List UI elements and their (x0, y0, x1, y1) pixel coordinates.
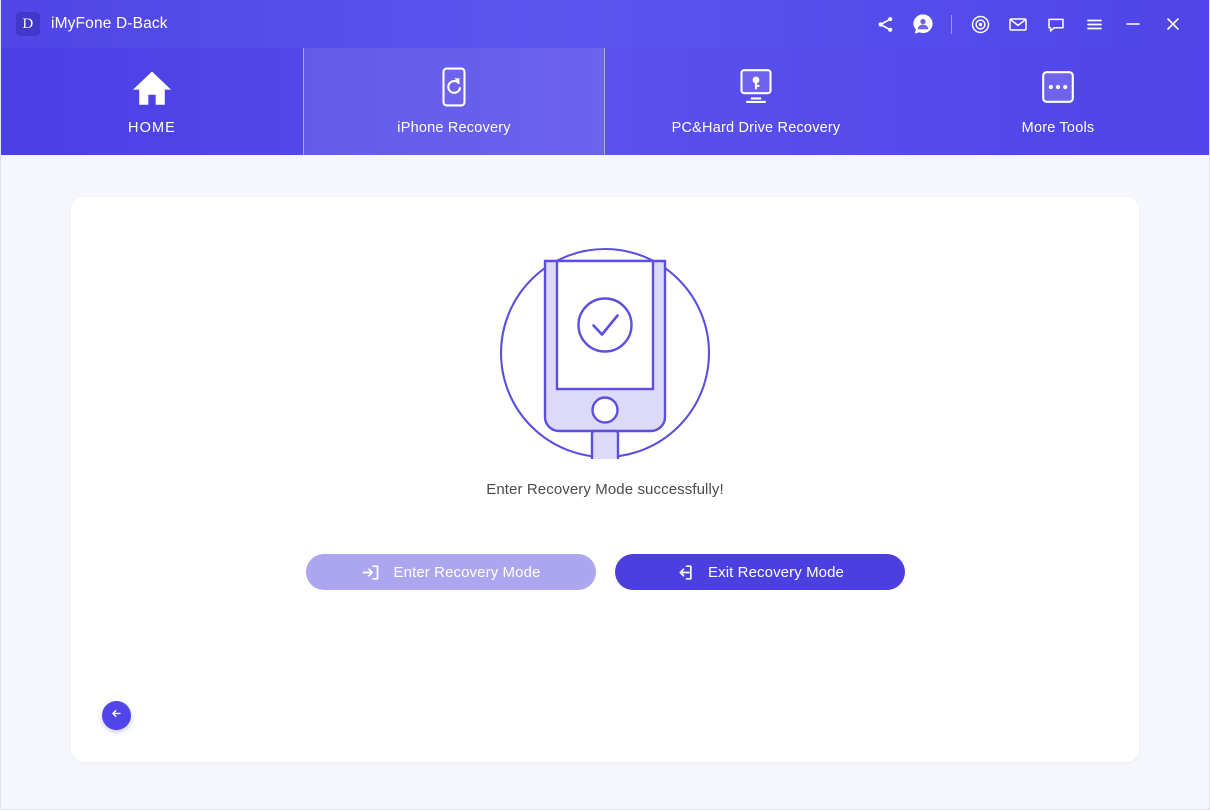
home-icon (131, 67, 173, 107)
nav-tab-iphone-recovery[interactable]: iPhone Recovery (303, 48, 605, 155)
phone-refresh-icon (439, 67, 469, 107)
enter-arrow-icon (361, 563, 380, 582)
content-area: Enter Recovery Mode successfully! Enter … (1, 155, 1209, 809)
phone-recovery-success-illustration (499, 247, 711, 479)
titlebar: D iMyFone D-Back (1, 0, 1209, 48)
menu-icon[interactable] (1075, 5, 1113, 43)
account-icon[interactable] (904, 5, 942, 43)
app-title: iMyFone D-Back (51, 15, 168, 32)
enter-recovery-mode-button[interactable]: Enter Recovery Mode (305, 554, 596, 590)
app-window: D iMyFone D-Back HOME iPhone Recovery PC… (0, 0, 1210, 810)
titlebar-divider (951, 14, 952, 34)
back-button[interactable] (102, 701, 131, 730)
feedback-icon[interactable] (1037, 5, 1075, 43)
titlebar-controls (866, 5, 1193, 43)
main-navigation: HOME iPhone Recovery PC&Hard Drive Recov… (1, 48, 1209, 155)
ellipsis-box-icon (1040, 67, 1076, 107)
nav-tab-more-tools-label: More Tools (1021, 120, 1095, 136)
nav-tab-iphone-recovery-label: iPhone Recovery (397, 120, 511, 136)
exit-recovery-mode-label: Exit Recovery Mode (707, 563, 845, 581)
action-buttons: Enter Recovery Mode Exit Recovery Mode (305, 554, 905, 590)
recovery-card: Enter Recovery Mode successfully! Enter … (71, 197, 1139, 762)
enter-recovery-mode-label: Enter Recovery Mode (393, 563, 541, 581)
mail-icon[interactable] (999, 5, 1037, 43)
monitor-key-icon (736, 67, 776, 107)
nav-tab-home-label: HOME (128, 120, 176, 136)
brand: D iMyFone D-Back (16, 12, 168, 36)
settings-icon[interactable] (961, 5, 999, 43)
status-message: Enter Recovery Mode successfully! (486, 481, 724, 498)
minimize-icon[interactable] (1113, 5, 1153, 43)
app-logo: D (16, 12, 40, 36)
nav-tab-pc-hard-drive-recovery[interactable]: PC&Hard Drive Recovery (605, 48, 907, 155)
nav-tab-pc-hard-drive-recovery-label: PC&Hard Drive Recovery (671, 120, 841, 136)
exit-recovery-mode-button[interactable]: Exit Recovery Mode (614, 554, 905, 590)
exit-arrow-icon (675, 563, 694, 582)
nav-tab-home[interactable]: HOME (1, 48, 303, 155)
arrow-left-icon (109, 706, 124, 726)
share-icon[interactable] (866, 5, 904, 43)
nav-tab-more-tools[interactable]: More Tools (907, 48, 1209, 155)
close-icon[interactable] (1153, 5, 1193, 43)
